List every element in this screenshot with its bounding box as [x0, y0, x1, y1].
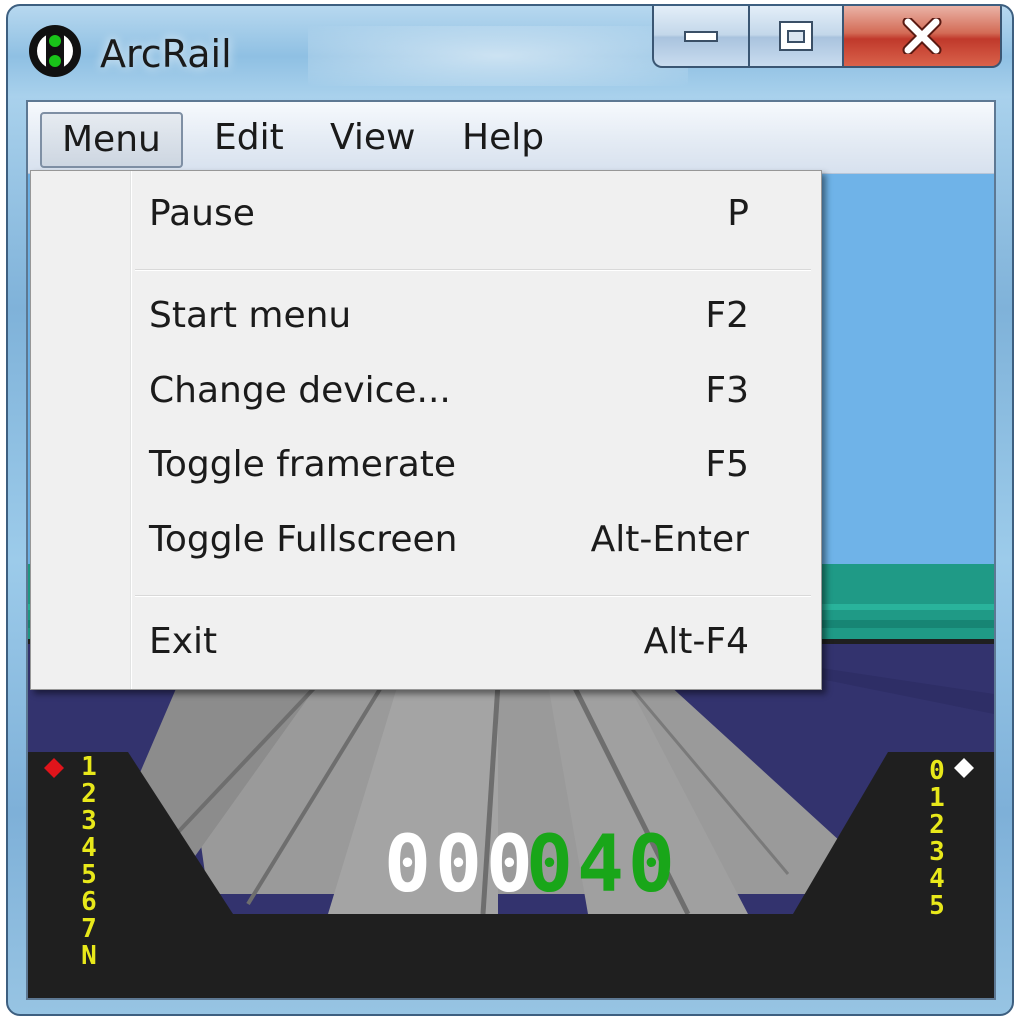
menu-item-label: Pause — [149, 193, 255, 234]
menu-bar: Menu Edit View Help — [28, 102, 994, 174]
menu-item-toggle-fullscreen[interactable]: Toggle Fullscreen Alt-Enter — [35, 509, 819, 579]
menu-item-shortcut: F2 — [705, 295, 749, 336]
menu-item-label: Change device... — [149, 370, 451, 411]
window-title: ArcRail — [100, 32, 232, 76]
hud-left-gauge-digit: 3 — [81, 806, 97, 836]
menu-item-change-device[interactable]: Change device... F3 — [35, 360, 819, 430]
menu-item-exit[interactable]: Exit Alt-F4 — [35, 611, 819, 681]
hud-right-gauge-digit: 0 — [929, 756, 945, 786]
hud-left-gauge-digit: N — [81, 941, 97, 971]
menu-item-label: Toggle framerate — [149, 444, 457, 485]
minimize-icon — [684, 31, 718, 42]
hud-left-gauge-digit: 6 — [81, 887, 97, 917]
hud-left-gauge-digit: 7 — [81, 914, 97, 944]
menu-item-shortcut: P — [727, 193, 749, 234]
menu-item-pause[interactable]: Pause P — [35, 183, 819, 253]
hud-right-gauge-digit: 5 — [929, 891, 945, 921]
hud-left-gauge-digit: 5 — [81, 860, 97, 890]
hud-left-gauge-digit: 1 — [81, 752, 97, 782]
minimize-button[interactable] — [652, 6, 750, 68]
hud-left-gauge-digit: 2 — [81, 779, 97, 809]
menu-item-label: Toggle Fullscreen — [149, 519, 458, 560]
menu-item-shortcut: F5 — [705, 444, 749, 485]
maximize-button[interactable] — [748, 6, 844, 68]
hud-right-gauge-digit: 3 — [929, 837, 945, 867]
hud-right-gauge-digit: 1 — [929, 783, 945, 813]
hud-left-gauge-digit: 4 — [81, 833, 97, 863]
menu-item-shortcut: F3 — [705, 370, 749, 411]
app-window: ArcRail 000 040 1 2 3 4 5 6 7 N 0 1 2 3 … — [6, 4, 1014, 1016]
menu-view[interactable]: View — [310, 112, 435, 168]
hud-bottom-panel — [208, 914, 828, 998]
menu-item-start-menu[interactable]: Start menu F2 — [35, 285, 819, 355]
hud-left-gauge: 1234567N — [78, 754, 100, 970]
menu-edit[interactable]: Edit — [194, 112, 304, 168]
title-bar-glass — [308, 26, 688, 86]
menu-separator — [135, 595, 811, 597]
hud-right-gauge: 012345 — [926, 758, 948, 920]
menu-help[interactable]: Help — [442, 112, 564, 168]
menu-item-label: Start menu — [149, 295, 352, 336]
maximize-icon — [779, 21, 813, 51]
menu-item-shortcut: Alt-Enter — [590, 519, 749, 560]
arcrail-app-icon — [29, 25, 81, 77]
hud-right-gauge-digit: 4 — [929, 864, 945, 894]
hud-left-counter: 000 — [384, 820, 537, 910]
close-button[interactable] — [842, 6, 1002, 68]
hud-right-gauge-digit: 2 — [929, 810, 945, 840]
menu-item-label: Exit — [149, 621, 218, 662]
hud-right-counter: 040 — [526, 820, 679, 910]
menu-item-shortcut: Alt-F4 — [643, 621, 749, 662]
menu-separator — [135, 269, 811, 271]
menu-item-toggle-framerate[interactable]: Toggle framerate F5 — [35, 434, 819, 504]
menu-menu[interactable]: Menu — [40, 112, 183, 168]
close-icon — [902, 18, 942, 54]
menu-dropdown: Pause P Start menu F2 Change device... F… — [30, 170, 822, 690]
